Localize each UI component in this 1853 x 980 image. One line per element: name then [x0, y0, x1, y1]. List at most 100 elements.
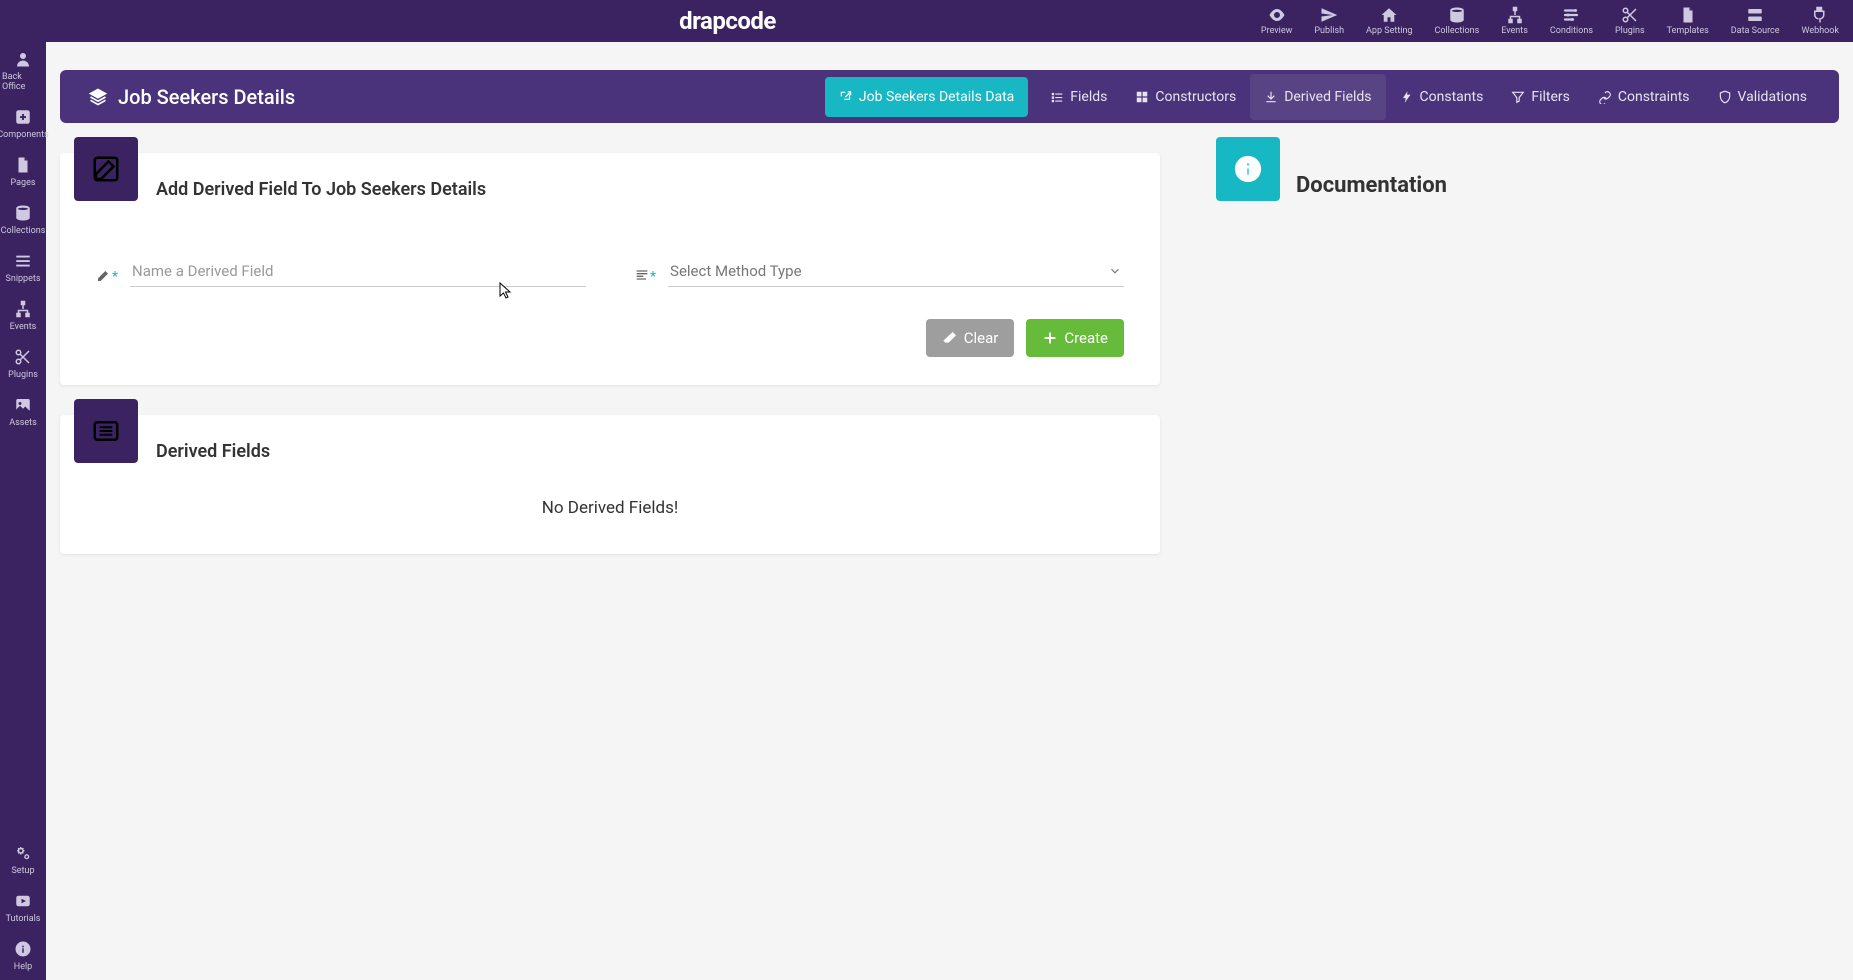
- top-bar: drapcode Preview Publish App Setting Collec…: [0, 0, 1853, 42]
- sidebar-label: Plugins: [8, 370, 38, 380]
- server-icon: [1746, 6, 1764, 24]
- sidebar-components[interactable]: Components: [0, 100, 46, 148]
- list-lines-icon: *: [634, 267, 656, 287]
- tab-validations[interactable]: Validations: [1704, 74, 1821, 120]
- play-icon: [14, 892, 32, 910]
- import-icon: [1264, 90, 1278, 104]
- method-field: * Select Method Type: [634, 256, 1124, 287]
- topbar-label: Webhook: [1802, 26, 1839, 36]
- topbar-app-setting[interactable]: App Setting: [1356, 4, 1422, 38]
- topbar-label: Conditions: [1550, 26, 1593, 36]
- tab-derived-fields[interactable]: Derived Fields: [1250, 74, 1385, 120]
- info-badge: [1216, 137, 1280, 201]
- sidebar-assets[interactable]: Assets: [0, 388, 46, 436]
- tab-job-seekers-details-data[interactable]: Job Seekers Details Data: [825, 77, 1028, 117]
- database-icon: [14, 204, 32, 222]
- page-tabs: Job Seekers Details Data Fields Constructo…: [825, 74, 1821, 120]
- sidebar-label: Pages: [11, 178, 36, 188]
- bolt-icon: [1400, 90, 1414, 104]
- topbar-conditions[interactable]: Conditions: [1540, 4, 1603, 38]
- create-button[interactable]: Create: [1026, 319, 1124, 357]
- clear-button[interactable]: Clear: [926, 319, 1015, 357]
- clear-label: Clear: [964, 329, 999, 347]
- sidebar-label: Back Office: [2, 72, 44, 92]
- bars-icon: [14, 252, 32, 270]
- tab-label: Constructors: [1155, 89, 1236, 105]
- tab-constructors[interactable]: Constructors: [1121, 74, 1250, 120]
- topbar-label: Plugins: [1615, 26, 1645, 36]
- topbar-label: Preview: [1261, 26, 1292, 36]
- topbar-publish[interactable]: Publish: [1304, 4, 1354, 38]
- tab-label: Validations: [1738, 89, 1807, 105]
- sidebar-label: Components: [0, 130, 49, 140]
- tab-label: Constants: [1420, 89, 1484, 105]
- user-icon: [14, 50, 32, 68]
- topbar-label: Templates: [1667, 26, 1709, 36]
- layers-icon: [88, 87, 108, 107]
- plug-icon: [1811, 6, 1829, 24]
- topbar-plugins[interactable]: Plugins: [1605, 4, 1655, 38]
- method-type-select[interactable]: Select Method Type: [668, 256, 1124, 287]
- shield-icon: [1718, 90, 1732, 104]
- tab-constraints[interactable]: Constraints: [1584, 74, 1704, 120]
- tab-label: Fields: [1070, 89, 1107, 105]
- tab-label: Job Seekers Details Data: [859, 89, 1014, 105]
- sidebar-label: Help: [14, 962, 32, 972]
- sidebar-plugins[interactable]: Plugins: [0, 340, 46, 388]
- tab-label: Derived Fields: [1284, 89, 1371, 105]
- page-title: Job Seekers Details: [88, 85, 295, 109]
- tab-filters[interactable]: Filters: [1497, 74, 1584, 120]
- derived-field-name-input[interactable]: [130, 256, 586, 287]
- info-icon: [14, 940, 32, 958]
- database-icon: [1448, 6, 1466, 24]
- sidebar-snippets[interactable]: Snippets: [0, 244, 46, 292]
- sidebar-collections[interactable]: Collections: [0, 196, 46, 244]
- name-field: *: [96, 256, 586, 287]
- scissors-icon: [1621, 6, 1639, 24]
- list-icon: [91, 416, 121, 446]
- link-icon: [1598, 90, 1612, 104]
- file-icon: [14, 156, 32, 174]
- cogs-icon: [14, 844, 32, 862]
- sidebar-events[interactable]: Events: [0, 292, 46, 340]
- topbar-label: App Setting: [1366, 26, 1412, 36]
- image-icon: [14, 396, 32, 414]
- sitemap-icon: [1506, 6, 1524, 24]
- sidebar-setup[interactable]: Setup: [0, 836, 46, 884]
- topbar-preview[interactable]: Preview: [1251, 4, 1302, 38]
- add-derived-field-card: Add Derived Field To Job Seekers Details…: [60, 153, 1160, 385]
- list-heading: Derived Fields: [60, 415, 1160, 474]
- brand-logo: drapcode: [204, 7, 1251, 35]
- filter-icon: [1511, 90, 1525, 104]
- topbar-templates[interactable]: Templates: [1657, 4, 1719, 38]
- edit-badge: [74, 137, 138, 201]
- file-icon: [1679, 6, 1697, 24]
- sidebar-help[interactable]: Help: [0, 932, 46, 980]
- chevron-down-icon: [1108, 264, 1122, 278]
- method-placeholder: Select Method Type: [670, 262, 802, 280]
- plus-box-icon: [14, 108, 32, 126]
- empty-message: No Derived Fields!: [60, 474, 1160, 554]
- topbar-webhook[interactable]: Webhook: [1792, 4, 1849, 38]
- topbar-label: Collections: [1434, 26, 1479, 36]
- form-heading: Add Derived Field To Job Seekers Details: [60, 153, 1160, 212]
- topbar-data-source[interactable]: Data Source: [1721, 4, 1790, 38]
- sidebar-label: Collections: [1, 226, 46, 236]
- sidebar-back-office[interactable]: Back Office: [0, 42, 46, 100]
- sidebar-label: Snippets: [6, 274, 41, 284]
- edit-icon: [91, 154, 121, 184]
- tab-fields[interactable]: Fields: [1036, 74, 1121, 120]
- sidebar-tutorials[interactable]: Tutorials: [0, 884, 46, 932]
- tab-constants[interactable]: Constants: [1386, 74, 1498, 120]
- grid-icon: [1135, 90, 1149, 104]
- sidebar-label: Assets: [9, 418, 37, 428]
- topbar-events[interactable]: Events: [1491, 4, 1538, 38]
- sidebar-label: Setup: [11, 866, 34, 876]
- tab-label: Filters: [1531, 89, 1570, 105]
- eye-icon: [1268, 6, 1286, 24]
- derived-fields-list-card: Derived Fields No Derived Fields!: [60, 415, 1160, 554]
- topbar-collections[interactable]: Collections: [1424, 4, 1489, 38]
- sidebar-pages[interactable]: Pages: [0, 148, 46, 196]
- tab-label: Constraints: [1618, 89, 1690, 105]
- plus-icon: [1042, 330, 1058, 346]
